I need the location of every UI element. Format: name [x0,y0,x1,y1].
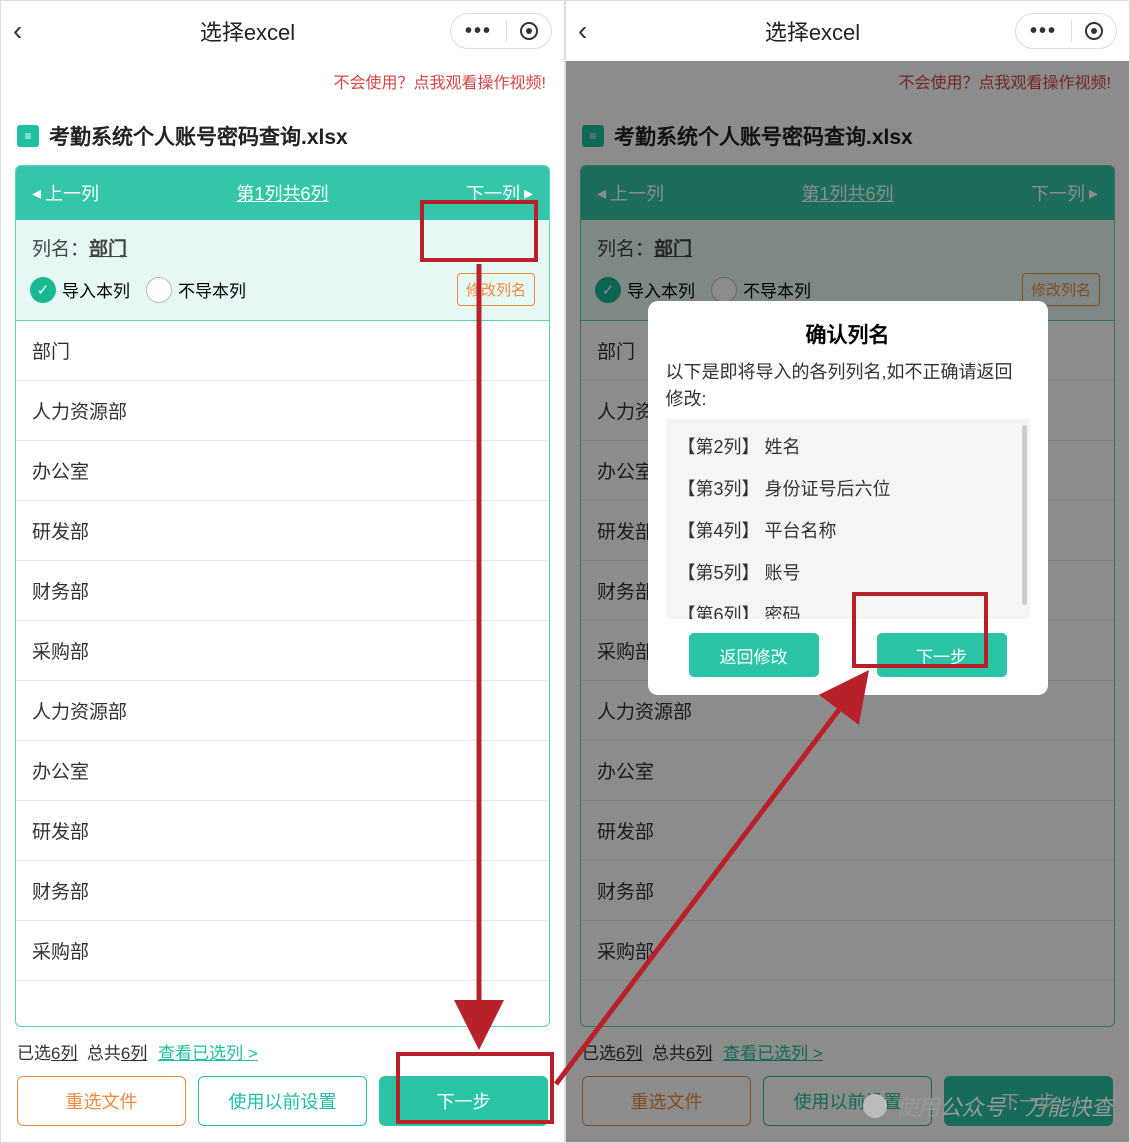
prev-column-button[interactable]: ◂ 上一列 [16,180,115,206]
modal-list-item: 【第5列】 账号 [666,551,1030,593]
modal-title: 确认列名 [666,319,1030,349]
miniapp-capsule[interactable]: ••• [1015,13,1117,49]
next-step-button[interactable]: 下一步 [379,1076,548,1126]
selection-summary: 已选6列 总共6列 查看已选列 > [582,1039,1113,1064]
footer-actions: 重选文件 使用以前设置 下一步 [582,1076,1113,1126]
preview-list[interactable]: 部门人力资源部办公室研发部财务部采购部人力资源部办公室研发部财务部采购部 [16,321,549,1026]
list-item[interactable]: 办公室 [16,441,549,501]
list-item[interactable]: 采购部 [16,621,549,681]
radio-unchecked-icon [146,277,172,303]
rename-column-button[interactable]: 修改列名 [457,273,535,306]
selection-summary: 已选6列 总共6列 查看已选列 > [17,1039,548,1064]
phone-right: ‹ 选择excel ••• 不会使用？点我观看操作视频! ≡ 考勤系统个人账号密… [565,0,1130,1143]
reselect-file-button[interactable]: 重选文件 [582,1076,751,1126]
footer-actions: 重选文件 使用以前设置 下一步 [17,1076,548,1126]
radio-checked-icon: ✓ [30,277,56,303]
footer: 已选6列 总共6列 查看已选列 > 重选文件 使用以前设置 下一步 [566,1027,1129,1142]
help-video-link[interactable]: 不会使用？点我观看操作视频! [566,61,1129,103]
list-item[interactable]: 采购部 [581,921,1114,981]
screenshot-container: ‹ 选择excel ••• 不会使用？点我观看操作视频! ≡ 考勤系统个人账号密… [0,0,1130,1143]
view-selected-link[interactable]: 查看已选列 > [723,1044,823,1063]
list-item[interactable]: 研发部 [16,501,549,561]
phone-left: ‹ 选择excel ••• 不会使用？点我观看操作视频! ≡ 考勤系统个人账号密… [0,0,565,1143]
file-name: 考勤系统个人账号密码查询.xlsx [49,121,348,151]
skip-column-radio[interactable]: 不导本列 [711,277,811,303]
help-video-link[interactable]: 不会使用？点我观看操作视频! [1,61,564,103]
list-item[interactable]: 人力资源部 [16,381,549,441]
column-nav: ◂ 上一列 第1列共6列 下一列 ▸ [581,166,1114,220]
list-item[interactable]: 办公室 [16,741,549,801]
header: ‹ 选择excel ••• [566,1,1129,61]
excel-file-icon: ≡ [17,125,39,147]
modal-description: 以下是即将导入的各列列名,如不正确请返回修改: [666,359,1030,413]
confirm-columns-modal: 确认列名 以下是即将导入的各列列名,如不正确请返回修改: 【第2列】 姓名【第3… [648,301,1048,695]
column-nav: ◂ 上一列 第1列共6列 下一列 ▸ [16,166,549,220]
miniapp-capsule[interactable]: ••• [450,13,552,49]
column-name-value: 部门 [89,239,127,260]
modal-column-list[interactable]: 【第2列】 姓名【第3列】 身份证号后六位【第4列】 平台名称【第5列】 账号【… [666,419,1030,619]
list-item[interactable]: 办公室 [581,741,1114,801]
list-item[interactable]: 研发部 [581,801,1114,861]
column-name-row: 列名：部门 [581,220,1114,265]
page-title: 选择excel [610,15,1015,47]
modal-list-item: 【第6列】 密码 [666,593,1030,619]
view-selected-link[interactable]: 查看已选列 > [158,1044,258,1063]
import-column-radio[interactable]: ✓ 导入本列 [595,277,695,303]
column-name-value: 部门 [654,239,692,260]
modal-actions: 返回修改 下一步 [666,633,1030,677]
next-column-button[interactable]: 下一列 ▸ [450,180,549,206]
modal-list-item: 【第3列】 身份证号后六位 [666,467,1030,509]
modal-back-button[interactable]: 返回修改 [689,633,819,677]
list-item[interactable]: 研发部 [16,801,549,861]
next-column-button[interactable]: 下一列 ▸ [1015,180,1114,206]
excel-file-icon: ≡ [582,125,604,147]
previous-settings-button[interactable]: 使用以前设置 [763,1076,932,1126]
modal-list-item: 【第4列】 平台名称 [666,509,1030,551]
list-item[interactable]: 人力资源部 [16,681,549,741]
page-title: 选择excel [45,15,450,47]
file-name: 考勤系统个人账号密码查询.xlsx [614,121,913,151]
list-item[interactable]: 部门 [16,321,549,381]
next-step-button[interactable]: 下一步 [944,1076,1113,1126]
menu-dots-icon[interactable]: ••• [451,20,506,43]
column-name-row: 列名：部门 [16,220,549,265]
radio-checked-icon: ✓ [595,277,621,303]
header: ‹ 选择excel ••• [1,1,564,61]
close-target-icon[interactable] [1072,22,1116,40]
column-indicator[interactable]: 第1列共6列 [680,180,1015,206]
list-item[interactable]: 财务部 [581,861,1114,921]
column-indicator[interactable]: 第1列共6列 [115,180,450,206]
reselect-file-button[interactable]: 重选文件 [17,1076,186,1126]
list-item[interactable]: 财务部 [16,861,549,921]
footer: 已选6列 总共6列 查看已选列 > 重选文件 使用以前设置 下一步 [1,1027,564,1142]
column-card: ◂ 上一列 第1列共6列 下一列 ▸ 列名：部门 ✓ 导入本列 不导本列 修改列… [15,165,550,1027]
previous-settings-button[interactable]: 使用以前设置 [198,1076,367,1126]
list-item[interactable]: 采购部 [16,921,549,981]
back-button[interactable]: ‹ [578,15,610,47]
list-item[interactable]: 财务部 [16,561,549,621]
selected-file-row: ≡ 考勤系统个人账号密码查询.xlsx [1,103,564,165]
import-options-row: ✓ 导入本列 不导本列 修改列名 [16,265,549,321]
menu-dots-icon[interactable]: ••• [1016,20,1071,43]
import-column-radio[interactable]: ✓ 导入本列 [30,277,130,303]
close-target-icon[interactable] [507,22,551,40]
skip-column-radio[interactable]: 不导本列 [146,277,246,303]
modal-list-item: 【第2列】 姓名 [666,425,1030,467]
modal-next-button[interactable]: 下一步 [877,633,1007,677]
scrollbar[interactable] [1022,425,1027,605]
radio-unchecked-icon [711,277,737,303]
prev-column-button[interactable]: ◂ 上一列 [581,180,680,206]
back-button[interactable]: ‹ [13,15,45,47]
selected-file-row: ≡ 考勤系统个人账号密码查询.xlsx [566,103,1129,165]
